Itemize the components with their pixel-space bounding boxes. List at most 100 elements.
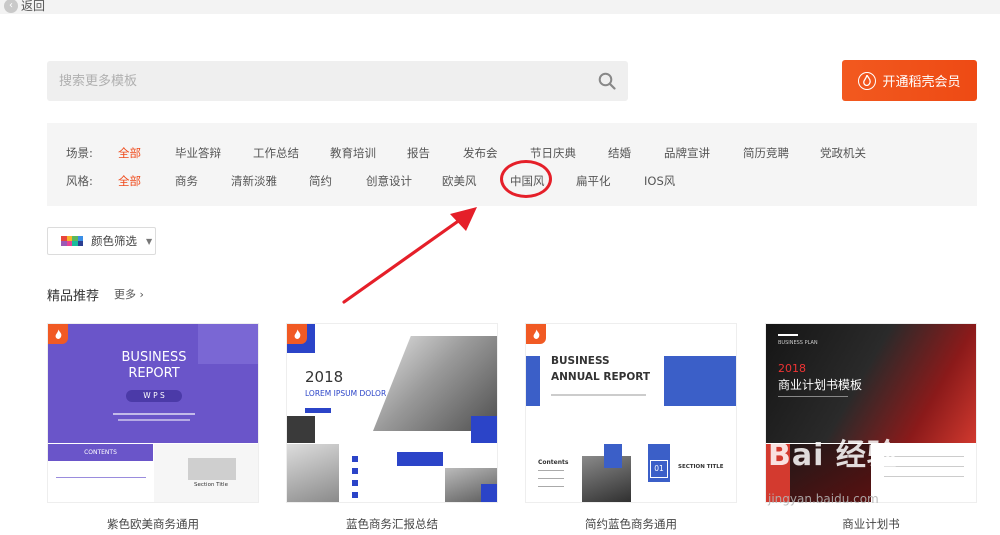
preview-decor [287, 416, 315, 443]
preview-line [113, 413, 195, 415]
style-filter-all[interactable]: 全部 [118, 173, 141, 189]
style-filter-western[interactable]: 欧美风 [442, 173, 477, 189]
style-filter-chinese[interactable]: 中国风 [510, 173, 545, 189]
card-preview-tag: W P S [126, 390, 182, 402]
preview-decor [604, 444, 622, 468]
card-preview-slide-a: CONTENTS [48, 444, 153, 502]
filter-panel: 场景: 全部 毕业答辩 工作总结 教育培训 报告 发布会 节日庆典 结婚 品牌宣… [47, 123, 977, 206]
preview-decor [471, 416, 497, 443]
card-preview-slide-a [766, 444, 871, 502]
preview-marker [352, 456, 358, 462]
preview-line [778, 396, 848, 397]
card-preview-year: 2018 [305, 368, 344, 386]
preview-button [305, 408, 331, 413]
scene-filter-label: 场景: [66, 146, 93, 160]
section-title: 精品推荐 [47, 289, 100, 304]
scene-filter-report[interactable]: 报告 [407, 145, 430, 161]
card-preview-heading-2: REPORT [128, 366, 180, 381]
preview-decor [481, 484, 497, 502]
card-preview-top: BUSINESS PLAN 2018 商业计划书模板 [766, 324, 976, 443]
scene-filter-work-summary[interactable]: 工作总结 [253, 145, 299, 161]
card-preview-contents: Contents [538, 459, 569, 466]
template-card-business-plan[interactable]: BUSINESS PLAN 2018 商业计划书模板 [765, 323, 977, 503]
preview-line [538, 470, 564, 471]
template-title[interactable]: 简约蓝色商务通用 [525, 516, 737, 532]
more-label: 更多 [114, 288, 136, 301]
chevron-right-icon: › [139, 288, 144, 301]
card-preview-heading: BUSINESS [121, 350, 187, 365]
docer-flame-icon [526, 324, 546, 344]
template-card-purple-business[interactable]: BUSINESS REPORT W P S CONTENTS Section T… [47, 323, 259, 503]
card-preview-subtitle: BUSINESS PLAN [778, 340, 818, 346]
preview-decor [397, 452, 443, 466]
docer-flame-icon [858, 71, 877, 90]
template-title[interactable]: 蓝色商务汇报总结 [286, 516, 498, 532]
preview-marker [352, 480, 358, 486]
preview-line [538, 486, 564, 487]
back-label: 返回 [21, 0, 46, 13]
template-card-blue-business[interactable]: 2018 LOREM IPSUM DOLOR [286, 323, 498, 503]
docer-flame-icon [287, 324, 307, 344]
preview-marker [352, 492, 358, 498]
annotation-arrow [342, 207, 477, 304]
scene-filter-wedding[interactable]: 结婚 [608, 145, 631, 161]
card-preview-headline: 商业计划书模板 [778, 378, 863, 392]
card-preview-slide-b [340, 444, 392, 502]
style-filter-simple[interactable]: 简约 [309, 173, 332, 189]
preview-decor [766, 444, 790, 502]
style-filter-ios[interactable]: IOS风 [644, 173, 675, 189]
style-filter-flat[interactable]: 扁平化 [576, 173, 611, 189]
scene-filter-festival[interactable]: 节日庆典 [530, 145, 576, 161]
template-card-simple-blue[interactable]: BUSINESS ANNUAL REPORT Contents 01 SECTI… [525, 323, 737, 503]
search-box [47, 61, 628, 101]
card-preview-slide-a: Contents [526, 444, 631, 502]
card-preview-slide-b [872, 444, 976, 502]
card-preview-heading: BUSINESS [551, 355, 610, 367]
more-link[interactable]: 更多 › [114, 286, 144, 302]
back-button[interactable]: ‹ 返回 [4, 0, 45, 14]
card-preview-section: Section Title [194, 482, 228, 488]
preview-marker [352, 468, 358, 474]
card-preview-number: 01 [650, 460, 668, 478]
color-filter-dropdown[interactable]: 颜色筛选 ▼ [47, 227, 156, 255]
preview-line [884, 466, 964, 467]
preview-line [884, 456, 964, 457]
preview-decor [526, 356, 540, 406]
card-preview-slide-b: Section Title [154, 444, 258, 502]
preview-line [118, 419, 190, 421]
open-vip-label: 开通稻壳会员 [882, 75, 961, 90]
search-icon[interactable] [598, 72, 616, 90]
preview-line [778, 334, 798, 336]
scene-filter-launch[interactable]: 发布会 [463, 145, 498, 161]
card-preview-section: SECTION TITLE [678, 464, 724, 470]
style-filter-label: 风格: [66, 174, 93, 188]
scene-filter-graduation[interactable]: 毕业答辩 [175, 145, 221, 161]
template-title[interactable]: 紫色欧美商务通用 [47, 516, 259, 532]
preview-line [56, 477, 146, 478]
card-preview-year: 2018 [778, 362, 806, 375]
scene-filter-education[interactable]: 教育培训 [330, 145, 376, 161]
color-palette-icon [61, 236, 83, 246]
preview-line [884, 476, 964, 477]
open-vip-button[interactable]: 开通稻壳会员 [842, 60, 977, 101]
style-filter-creative[interactable]: 创意设计 [366, 173, 412, 189]
preview-line [538, 478, 564, 479]
scene-filter-resume[interactable]: 简历竞聘 [743, 145, 789, 161]
card-preview-top: BUSINESS ANNUAL REPORT [526, 324, 736, 443]
preview-line [551, 394, 646, 396]
scene-filter-party[interactable]: 党政机关 [820, 145, 866, 161]
preview-image [188, 458, 236, 480]
card-preview-contents: CONTENTS [48, 444, 153, 461]
card-preview-slide-b: 01 SECTION TITLE [632, 444, 736, 502]
scene-filter-all[interactable]: 全部 [118, 145, 141, 161]
search-input[interactable] [47, 61, 587, 101]
template-title[interactable]: 商业计划书 [765, 516, 977, 532]
style-filter-fresh[interactable]: 清新淡雅 [231, 173, 277, 189]
color-filter-label: 颜色筛选 [91, 234, 137, 248]
card-preview-heading-2: ANNUAL REPORT [551, 371, 651, 383]
scene-filter-brand[interactable]: 品牌宣讲 [664, 145, 710, 161]
style-filter-business[interactable]: 商务 [175, 173, 198, 189]
preview-decor [664, 356, 736, 406]
docer-flame-icon [48, 324, 68, 344]
card-preview-top: BUSINESS REPORT W P S [48, 324, 258, 443]
